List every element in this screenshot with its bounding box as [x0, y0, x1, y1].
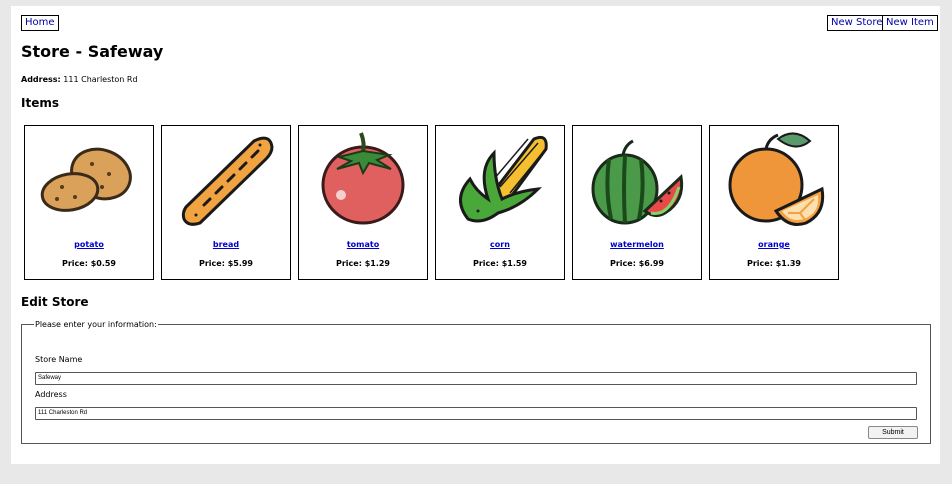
store-name-label: Store Name: [35, 355, 83, 364]
item-link[interactable]: corn: [436, 240, 564, 249]
address-label: Address:: [21, 75, 61, 84]
item-card-watermelon: watermelon Price: $6.99: [572, 125, 702, 280]
corn-icon: [459, 135, 548, 223]
store-name-input[interactable]: Safeway: [35, 372, 917, 385]
new-store-button[interactable]: New Store: [827, 15, 887, 31]
item-price: Price: $5.99: [198, 259, 253, 268]
items-heading: Items: [21, 96, 59, 110]
edit-store-form: Please enter your information: Store Nam…: [21, 320, 931, 444]
item-price: Price: $6.99: [609, 259, 664, 268]
item-card-tomato: tomato Price: $1.29: [298, 125, 428, 280]
item-card-corn: corn Price: $1.59: [435, 125, 565, 280]
store-address: Address: 111 Charleston Rd: [21, 75, 138, 84]
bread-icon: [181, 136, 274, 226]
address-field-label: Address: [35, 390, 67, 399]
item-price: Price: $0.59: [61, 259, 116, 268]
address-input[interactable]: 111 Charleston Rd: [35, 407, 917, 420]
item-card-bread: bread Price: $5.99: [161, 125, 291, 280]
page-title: Store - Safeway: [21, 42, 164, 61]
form-legend: Please enter your information:: [35, 320, 157, 329]
item-link[interactable]: potato: [25, 240, 153, 249]
submit-button[interactable]: Submit: [868, 426, 918, 439]
new-item-button[interactable]: New Item: [882, 15, 938, 31]
item-link[interactable]: orange: [710, 240, 838, 249]
item-link[interactable]: bread: [162, 240, 290, 249]
orange-icon: [728, 132, 825, 226]
item-price: Price: $1.39: [746, 259, 801, 268]
item-price: Price: $1.29: [335, 259, 390, 268]
edit-store-heading: Edit Store: [21, 295, 89, 309]
page: Home New Store New Item Store - Safeway …: [11, 6, 940, 464]
home-button[interactable]: Home: [21, 15, 59, 31]
item-card-potato: potato Price: $0.59: [24, 125, 154, 280]
item-price: Price: $1.59: [472, 259, 527, 268]
watermelon-icon: [591, 139, 684, 225]
potato-icon: [40, 147, 132, 212]
item-card-orange: orange Price: $1.39: [709, 125, 839, 280]
tomato-icon: [321, 132, 405, 225]
item-link[interactable]: watermelon: [573, 240, 701, 249]
item-link[interactable]: tomato: [299, 240, 427, 249]
address-value: 111 Charleston Rd: [63, 75, 138, 84]
